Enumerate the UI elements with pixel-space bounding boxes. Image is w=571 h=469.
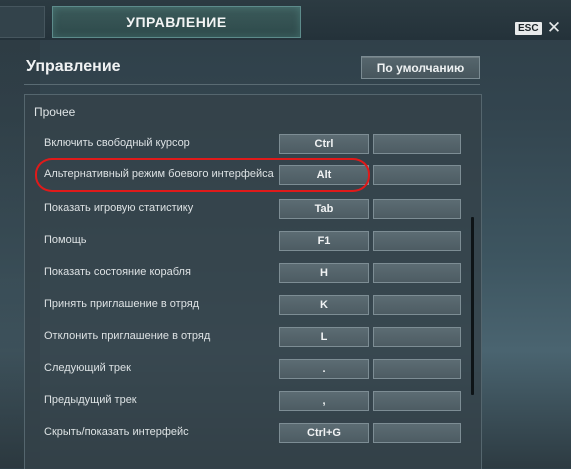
primary-key-button[interactable]: F1: [279, 231, 369, 251]
primary-key-button[interactable]: .: [279, 359, 369, 379]
keybind-row: Включить свободный курсор Ctrl: [25, 134, 465, 156]
keybind-row: Альтернативный режим боевого интерфейса …: [25, 158, 465, 192]
page-title: Управление: [26, 58, 121, 75]
keybind-panel: Прочее Включить свободный курсор Ctrl Ал…: [24, 94, 482, 469]
keybind-label: Показать состояние корабля: [44, 266, 191, 278]
primary-key-button[interactable]: Alt: [279, 165, 369, 185]
primary-key-button[interactable]: Tab: [279, 199, 369, 219]
keybind-row: Показать состояние корабля H: [25, 263, 465, 285]
secondary-key-button[interactable]: [373, 391, 461, 411]
keybind-label: Следующий трек: [44, 362, 131, 374]
secondary-key-button[interactable]: [373, 327, 461, 347]
primary-key-button[interactable]: ,: [279, 391, 369, 411]
keybind-label: Принять приглашение в отряд: [44, 298, 200, 310]
scrollbar[interactable]: [471, 217, 474, 395]
primary-key-button[interactable]: Ctrl+G: [279, 423, 369, 443]
keybind-label: Альтернативный режим боевого интерфейса: [44, 168, 274, 180]
tab-previous[interactable]: [0, 6, 45, 38]
keybind-label: Предыдущий трек: [44, 394, 137, 406]
secondary-key-button[interactable]: [373, 134, 461, 154]
secondary-key-button[interactable]: [373, 423, 461, 443]
keybind-row: Предыдущий трек ,: [25, 391, 465, 413]
secondary-key-button[interactable]: [373, 295, 461, 315]
top-tab-bar: УПРАВЛЕНИЕ: [0, 0, 571, 40]
keybind-label: Помощь: [44, 234, 87, 246]
primary-key-button[interactable]: H: [279, 263, 369, 283]
secondary-key-button[interactable]: [373, 199, 461, 219]
keybind-row: Отклонить приглашение в отряд L: [25, 327, 465, 349]
keybind-row: Помощь F1: [25, 231, 465, 253]
keybind-label: Включить свободный курсор: [44, 137, 190, 149]
primary-key-button[interactable]: K: [279, 295, 369, 315]
keybind-label: Показать игровую статистику: [44, 202, 194, 214]
esc-key-badge: ESC: [515, 22, 542, 35]
keybind-row: Скрыть/показать интерфейс Ctrl+G: [25, 423, 465, 445]
close-icon[interactable]: ✕: [546, 19, 562, 37]
secondary-key-button[interactable]: [373, 359, 461, 379]
keybind-row: Принять приглашение в отряд K: [25, 295, 465, 317]
secondary-key-button[interactable]: [373, 165, 461, 185]
reset-defaults-button[interactable]: По умолчанию: [361, 56, 480, 79]
section-title: Прочее: [34, 105, 76, 119]
tab-controls[interactable]: УПРАВЛЕНИЕ: [52, 6, 301, 38]
secondary-key-button[interactable]: [373, 263, 461, 283]
keybind-row: Следующий трек .: [25, 359, 465, 381]
primary-key-button[interactable]: L: [279, 327, 369, 347]
keybind-row: Показать игровую статистику Tab: [25, 199, 465, 221]
primary-key-button[interactable]: Ctrl: [279, 134, 369, 154]
keybind-label: Скрыть/показать интерфейс: [44, 426, 189, 438]
keybind-label: Отклонить приглашение в отряд: [44, 330, 211, 342]
secondary-key-button[interactable]: [373, 231, 461, 251]
header-divider: [24, 84, 480, 85]
